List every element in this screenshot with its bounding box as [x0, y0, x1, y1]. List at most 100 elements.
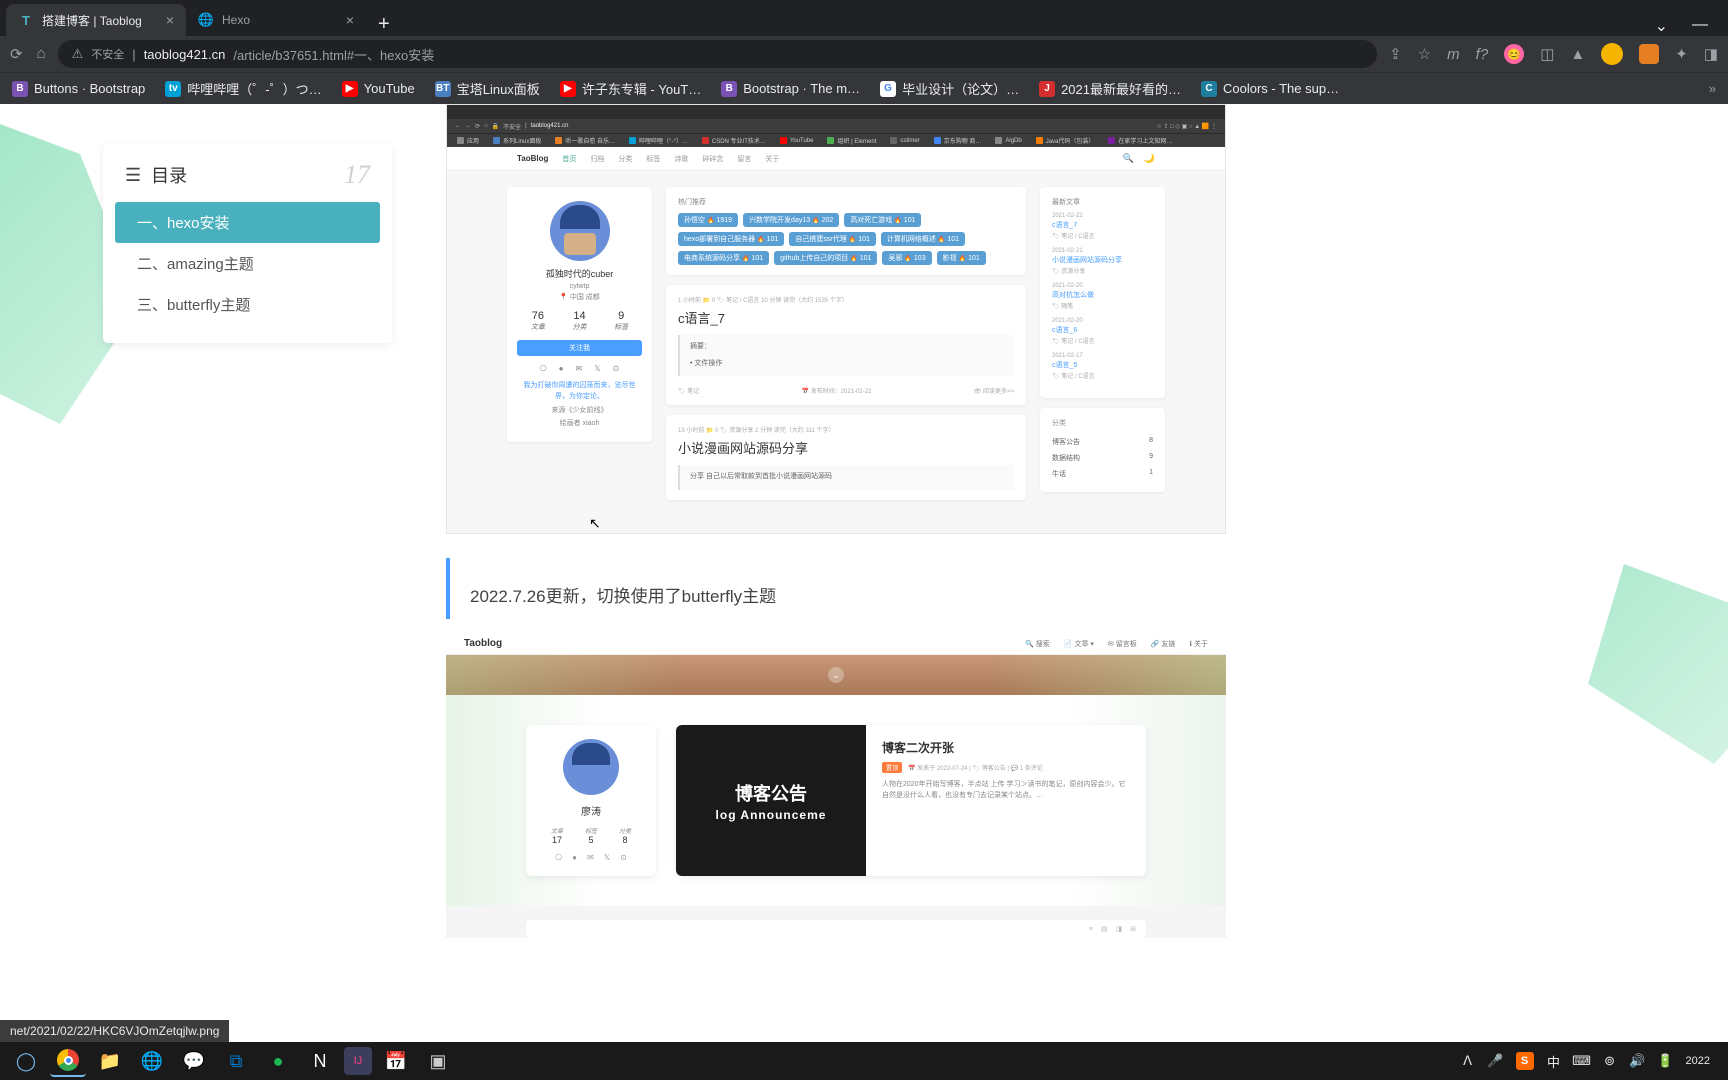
screenshot-butterfly-theme: Taoblog 🔍 搜索 📄 文章 ▾ ✉ 留言板 🔗 友链 ℹ 关于 ⌄ 廖涛… — [446, 633, 1226, 938]
address-bar: ⟳ ⌂ ⚠ 不安全 | taoblog421.cn/article/b37651… — [0, 36, 1728, 72]
toc-item-hexo-install[interactable]: 一、hexo安装 — [115, 202, 380, 243]
bookmark-baota[interactable]: BT宝塔Linux面板 — [435, 79, 540, 98]
start-button[interactable]: ◯ — [8, 1045, 44, 1077]
motto-author: 绘画者 xiaoh — [517, 418, 642, 428]
battery-icon[interactable]: 🔋 — [1658, 1053, 1674, 1069]
terminal-taskbar-icon[interactable]: ▣ — [420, 1045, 456, 1077]
notion-taskbar-icon[interactable]: N — [302, 1045, 338, 1077]
discord-taskbar-icon[interactable]: 💬 — [176, 1045, 212, 1077]
profile-motto: 我为打破你周遭的囚笼而来，览尽世界，为你定论。 — [517, 381, 642, 402]
moon-icon: 🌙 — [1144, 153, 1155, 164]
background-shape-right — [1588, 564, 1728, 764]
avatar — [563, 739, 619, 795]
new-tab-button[interactable]: + — [366, 13, 402, 36]
close-icon[interactable]: × — [166, 12, 174, 28]
profile-name: 孤独时代的cuber — [517, 267, 642, 280]
bookmarks-overflow[interactable]: » — [1709, 81, 1716, 96]
spotify-taskbar-icon[interactable]: ● — [260, 1045, 296, 1077]
ext-triangle-icon[interactable]: ▲ — [1570, 46, 1585, 63]
sidepanel-icon[interactable]: ◨ — [1704, 45, 1718, 63]
globe-icon: 🌐 — [198, 12, 214, 28]
toc-item-amazing[interactable]: 二、amazing主题 — [115, 243, 380, 284]
bookmark-youtube[interactable]: ▶YouTube — [342, 81, 415, 97]
avatar — [550, 201, 610, 261]
bookmark-icon[interactable]: ◫ — [1540, 45, 1554, 63]
twitter-icon: 𝕏 — [594, 364, 600, 373]
ext-monkey-icon[interactable]: 😊 — [1504, 44, 1524, 64]
vscode-taskbar-icon[interactable]: ⧉ — [218, 1045, 254, 1077]
reload-icon[interactable]: ⟳ — [10, 45, 23, 63]
update-note: 2022.7.26更新，切换使用了butterfly主题 — [446, 558, 1226, 619]
bt-icon: BT — [435, 81, 451, 97]
article-main: ←→⟳⌂🔒不安全|taoblog421.cn☆ ⇪ □ ◇ ▣ ○ ▲ 🟧 ⋮ … — [446, 104, 1226, 938]
bookmark-xuzidong[interactable]: ▶许子东专辑 - YouT… — [560, 79, 701, 98]
calendar-taskbar-icon[interactable]: 📅 — [378, 1045, 414, 1077]
bookmark-2021[interactable]: J2021最新最好看的… — [1039, 79, 1181, 98]
chevron-down-icon: ⌄ — [828, 667, 844, 683]
j-icon: J — [1039, 81, 1055, 97]
ext-m-icon[interactable]: m — [1447, 46, 1460, 63]
url-host: taoblog421.cn — [144, 47, 226, 62]
tab-hexo[interactable]: 🌐 Hexo × — [186, 4, 366, 36]
close-icon[interactable]: × — [346, 12, 354, 28]
url-input[interactable]: ⚠ 不安全 | taoblog421.cn/article/b37651.htm… — [58, 40, 1378, 68]
bookmark-thesis[interactable]: G毕业设计（论文）… — [880, 79, 1019, 98]
page-viewport: ☰ 目录 17 一、hexo安装 二、amazing主题 三、butterfly… — [0, 104, 1728, 1042]
tray-up-icon[interactable]: ᐱ — [1460, 1053, 1476, 1069]
bookmark-bilibili[interactable]: tv哔哩哔哩（゜-゜）つ… — [165, 79, 321, 98]
profile-handle: cytwtp — [517, 283, 642, 290]
bookmark-bootstrap-main[interactable]: BBootstrap · The m… — [721, 81, 860, 97]
wifi-icon[interactable]: ⊚ — [1602, 1053, 1618, 1069]
motto-source: 来源《少女前线》 — [517, 405, 642, 415]
home-icon[interactable]: ⌂ — [37, 45, 46, 63]
minimize-icon[interactable]: — — [1692, 16, 1708, 36]
bootstrap-icon: B — [721, 81, 737, 97]
menu-icon: ☰ — [125, 165, 141, 186]
bookmark-bootstrap-buttons[interactable]: BButtons · Bootstrap — [12, 81, 145, 97]
bootstrap-icon: B — [12, 81, 28, 97]
link-icon: ⊙ — [613, 364, 620, 373]
search-icon: 🔍 — [1123, 153, 1134, 164]
screenshot-amazing-theme: ←→⟳⌂🔒不安全|taoblog421.cn☆ ⇪ □ ◇ ▣ ○ ▲ 🟧 ⋮ … — [446, 104, 1226, 534]
youtube-icon: ▶ — [342, 81, 358, 97]
ime-icon[interactable]: 中 — [1546, 1053, 1562, 1069]
tab-title: Hexo — [222, 13, 338, 27]
sogou-tray-icon[interactable]: S — [1516, 1052, 1534, 1070]
lock-warning-icon: ⚠ — [72, 46, 84, 62]
dropdown-icon[interactable]: ⌄ — [1655, 16, 1668, 36]
cursor-icon: ↖ — [589, 515, 601, 532]
extensions-icon[interactable]: ✦ — [1675, 45, 1688, 63]
bilibili-icon: tv — [165, 81, 181, 97]
keyboard-icon[interactable]: ⌨ — [1574, 1053, 1590, 1069]
toc-item-butterfly[interactable]: 三、butterfly主题 — [115, 284, 380, 325]
volume-icon[interactable]: 🔊 — [1630, 1053, 1646, 1069]
profile-location: 📍 中国 成都 — [517, 292, 642, 302]
mic-icon[interactable]: 🎤 — [1488, 1053, 1504, 1069]
share-icon[interactable]: ⇪ — [1389, 45, 1402, 63]
chrome-taskbar-icon[interactable] — [50, 1045, 86, 1077]
edge-taskbar-icon[interactable]: 🌐 — [134, 1045, 170, 1077]
profile-avatar[interactable] — [1601, 43, 1623, 65]
toc-title: 目录 — [151, 162, 187, 188]
youtube-icon: ▶ — [560, 81, 576, 97]
browser-tab-bar: T 搭建博客 | Taoblog × 🌐 Hexo × + ⌄ — — [0, 0, 1728, 36]
star-icon[interactable]: ☆ — [1418, 45, 1431, 63]
intellij-taskbar-icon[interactable]: IJ — [344, 1047, 372, 1075]
toc-count: 17 — [344, 160, 370, 190]
follow-button: 关注我 — [517, 340, 642, 356]
clock[interactable]: 2022 — [1686, 1055, 1710, 1067]
bookmark-coolors[interactable]: CCoolors - The sup… — [1201, 81, 1339, 97]
url-path: /article/b37651.html#一、hexo安装 — [233, 45, 434, 64]
mail-icon: ✉ — [575, 364, 582, 373]
favicon-t: T — [18, 12, 34, 28]
status-bar-url: net/2021/02/22/HKC6VJOmZetqjlw.png — [0, 1020, 229, 1042]
explorer-taskbar-icon[interactable]: 📁 — [92, 1045, 128, 1077]
tab-title: 搭建博客 | Taoblog — [42, 12, 158, 29]
globe-icon: G — [880, 81, 896, 97]
qq-icon: ● — [559, 364, 564, 373]
tab-taoblog[interactable]: T 搭建博客 | Taoblog × — [6, 4, 186, 36]
ext-f-icon[interactable]: f? — [1476, 46, 1489, 63]
windows-taskbar: ◯ 📁 🌐 💬 ⧉ ● N IJ 📅 ▣ ᐱ 🎤 S 中 ⌨ ⊚ 🔊 🔋 202… — [0, 1042, 1728, 1080]
window-controls: ⌄ — — [1655, 16, 1722, 36]
ext-fox-icon[interactable] — [1639, 44, 1659, 64]
